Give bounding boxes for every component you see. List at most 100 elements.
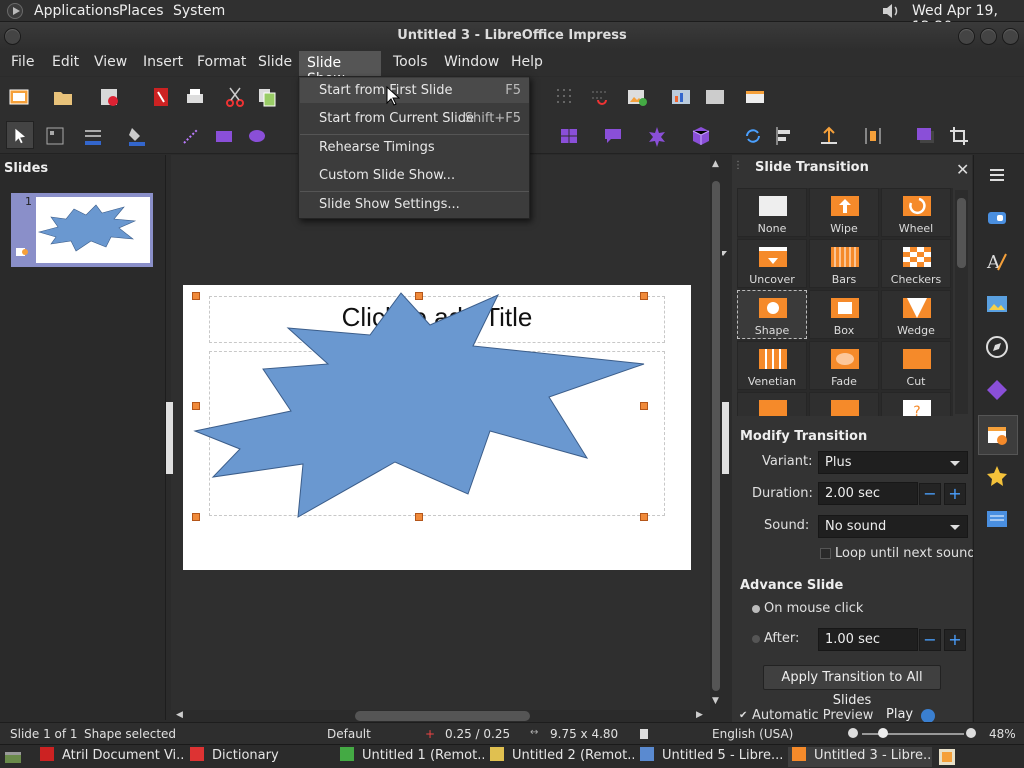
resize-handle-n[interactable] <box>415 292 423 300</box>
document-modified-icon[interactable] <box>640 729 648 739</box>
custom-animation-icon[interactable] <box>984 463 1010 489</box>
arrange-icon[interactable] <box>818 125 840 147</box>
on-mouse-click-radio[interactable] <box>752 605 760 613</box>
insert-chart-icon[interactable] <box>670 86 692 108</box>
transition-venetian[interactable]: Venetian <box>737 341 807 390</box>
zoom-out-icon[interactable] <box>848 728 858 738</box>
transition-wheel[interactable]: Wheel <box>881 188 951 237</box>
master-slides-icon[interactable] <box>984 506 1010 532</box>
close-window-icon[interactable] <box>1002 28 1019 45</box>
task-atril[interactable]: Atril Document Vi... <box>40 747 184 767</box>
horizontal-scroll-thumb[interactable] <box>355 711 530 721</box>
variant-select[interactable]: Plus <box>818 451 968 474</box>
menu-slide-show[interactable]: Slide Show <box>299 51 381 87</box>
resize-handle-ne[interactable] <box>640 292 648 300</box>
menu-tools[interactable]: Tools <box>391 54 430 70</box>
callout-icon[interactable] <box>602 125 624 147</box>
transition-shape[interactable]: Shape <box>737 290 807 339</box>
loop-checkbox[interactable] <box>820 548 831 559</box>
zoom-in-icon[interactable] <box>966 728 976 738</box>
display-views-icon[interactable] <box>744 86 766 108</box>
line-color-icon[interactable] <box>82 125 104 147</box>
custom-slide-show-item[interactable]: Custom Slide Show... <box>300 163 529 188</box>
task-dictionary[interactable]: Dictionary <box>190 747 332 767</box>
gallery-icon[interactable] <box>984 291 1010 317</box>
duration-decrease-icon[interactable]: − <box>919 483 941 505</box>
task-untitled-3[interactable]: Untitled 3 - Libre... <box>788 747 932 767</box>
resize-handle-e[interactable] <box>640 402 648 410</box>
menu-view[interactable]: View <box>92 54 129 70</box>
show-desktop-icon[interactable] <box>4 749 22 765</box>
fill-color-icon[interactable] <box>126 125 148 147</box>
copy-icon[interactable] <box>256 86 278 108</box>
menu-insert[interactable]: Insert <box>141 54 185 70</box>
slide-thumbnail-preview[interactable] <box>36 197 150 263</box>
applications-menu[interactable]: Applications <box>34 3 120 19</box>
after-increase-icon[interactable]: + <box>944 629 966 651</box>
resize-handle-nw[interactable] <box>192 292 200 300</box>
places-menu[interactable]: Places <box>119 3 164 19</box>
align-icon[interactable] <box>774 125 796 147</box>
resize-handle-w[interactable] <box>192 402 200 410</box>
task-untitled-5[interactable]: Untitled 5 - Libre... <box>640 747 784 767</box>
transition-wedge[interactable]: Wedge <box>881 290 951 339</box>
transition-uncover[interactable]: Uncover <box>737 239 807 288</box>
insert-media-icon[interactable] <box>704 86 726 108</box>
grid-icon[interactable] <box>554 86 576 108</box>
transition-wipe[interactable]: Wipe <box>809 188 879 237</box>
insert-image-icon[interactable] <box>626 86 648 108</box>
rotate-icon[interactable] <box>742 125 764 147</box>
transition-more-2[interactable] <box>809 392 879 416</box>
crop-icon[interactable] <box>948 125 970 147</box>
sound-select[interactable]: No sound <box>818 515 968 538</box>
duration-input[interactable]: 2.00 sec <box>818 482 918 505</box>
navigator-icon[interactable] <box>984 334 1010 360</box>
start-from-current-slide-item[interactable]: Start from Current Slide Shift+F5 <box>300 106 529 131</box>
volume-icon[interactable] <box>880 2 902 20</box>
stars-icon[interactable] <box>646 125 668 147</box>
workspace-switcher-icon[interactable] <box>938 748 956 766</box>
resize-handle-se[interactable] <box>640 513 648 521</box>
menu-format[interactable]: Format <box>195 54 248 70</box>
after-radio[interactable] <box>752 635 760 643</box>
master-layout[interactable]: Default <box>327 727 371 741</box>
rehearse-timings-item[interactable]: Rehearse Timings <box>300 135 529 160</box>
menu-slide[interactable]: Slide <box>256 54 294 70</box>
apply-to-all-button[interactable]: Apply Transition to All Slides <box>763 665 941 708</box>
shadow-icon[interactable] <box>914 125 936 147</box>
start-from-first-slide-item[interactable]: Start from First Slide F5 <box>300 78 529 103</box>
save-icon[interactable] <box>98 86 120 108</box>
gallery-scrollbar[interactable] <box>955 190 968 414</box>
transition-more-3[interactable]: ? <box>881 392 951 416</box>
sidebar-menu-icon[interactable] <box>984 162 1010 188</box>
new-presentation-icon[interactable] <box>8 86 30 108</box>
transition-box[interactable]: Box <box>809 290 879 339</box>
resize-handle-s[interactable] <box>415 513 423 521</box>
window-titlebar[interactable]: Untitled 3 - LibreOffice Impress <box>0 22 1024 50</box>
starburst-shape[interactable] <box>183 285 691 570</box>
right-pane-toggle[interactable] <box>722 402 729 474</box>
styles-icon[interactable]: A <box>984 248 1010 274</box>
menu-help[interactable]: Help <box>509 54 545 70</box>
distribute-icon[interactable] <box>862 125 884 147</box>
shapes-icon[interactable] <box>984 377 1010 403</box>
distro-logo-icon[interactable] <box>7 3 23 19</box>
menu-file[interactable]: File <box>9 54 36 70</box>
open-icon[interactable] <box>52 86 74 108</box>
maximize-icon[interactable] <box>980 28 997 45</box>
duration-increase-icon[interactable]: + <box>944 483 966 505</box>
transition-fade[interactable]: Fade <box>809 341 879 390</box>
minimize-icon[interactable] <box>958 28 975 45</box>
left-pane-toggle[interactable] <box>166 402 173 474</box>
zoom-level[interactable]: 48% <box>989 727 1016 741</box>
language-status[interactable]: English (USA) <box>712 727 793 741</box>
rectangle-tool-icon[interactable] <box>213 125 235 147</box>
menu-window[interactable]: Window <box>442 54 501 70</box>
ellipse-tool-icon[interactable] <box>246 125 268 147</box>
after-decrease-icon[interactable]: − <box>919 629 941 651</box>
menu-edit[interactable]: Edit <box>50 54 81 70</box>
resize-handle-sw[interactable] <box>192 513 200 521</box>
system-menu[interactable]: System <box>173 3 225 19</box>
transition-more-1[interactable] <box>737 392 807 416</box>
transition-none[interactable]: None <box>737 188 807 237</box>
